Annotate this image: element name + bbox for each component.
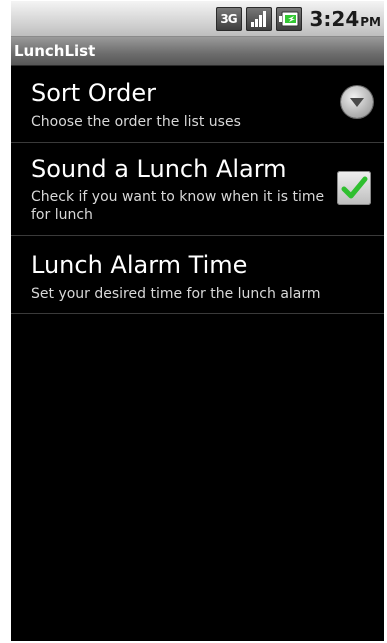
alarm-checkbox[interactable]	[337, 171, 371, 205]
pref-summary: Choose the order the list uses	[31, 114, 241, 130]
clock-time: 3:24	[309, 7, 360, 31]
app-title: LunchList	[14, 42, 96, 60]
3g-icon: 3G	[215, 7, 242, 31]
pref-summary: Check if you want to know when it is tim…	[31, 189, 325, 223]
pref-summary: Set your desired time for the lunch alar…	[31, 286, 321, 302]
phone-screen: 3G 3:24PM LunchList Sort Order Choose th…	[11, 1, 384, 641]
clock-ampm: PM	[360, 15, 381, 29]
pref-sort-order[interactable]: Sort Order Choose the order the list use…	[11, 66, 384, 143]
status-icons: 3G 3:24PM	[215, 6, 382, 32]
dropdown-arrow-icon[interactable]	[341, 86, 373, 118]
checkmark-icon	[341, 176, 368, 199]
pref-title: Sort Order	[31, 79, 157, 107]
app-title-bar: LunchList	[11, 37, 384, 66]
signal-bars-icon	[245, 7, 272, 31]
status-bar: 3G 3:24PM	[11, 1, 384, 37]
pref-title: Lunch Alarm Time	[31, 251, 248, 279]
pref-sound-lunch-alarm[interactable]: Sound a Lunch Alarm Check if you want to…	[11, 143, 384, 236]
network-type-label: 3G	[220, 12, 237, 26]
clock: 3:24PM	[310, 9, 382, 29]
battery-charging-icon	[275, 7, 302, 31]
pref-title: Sound a Lunch Alarm	[31, 155, 287, 183]
pref-lunch-alarm-time[interactable]: Lunch Alarm Time Set your desired time f…	[11, 236, 384, 314]
